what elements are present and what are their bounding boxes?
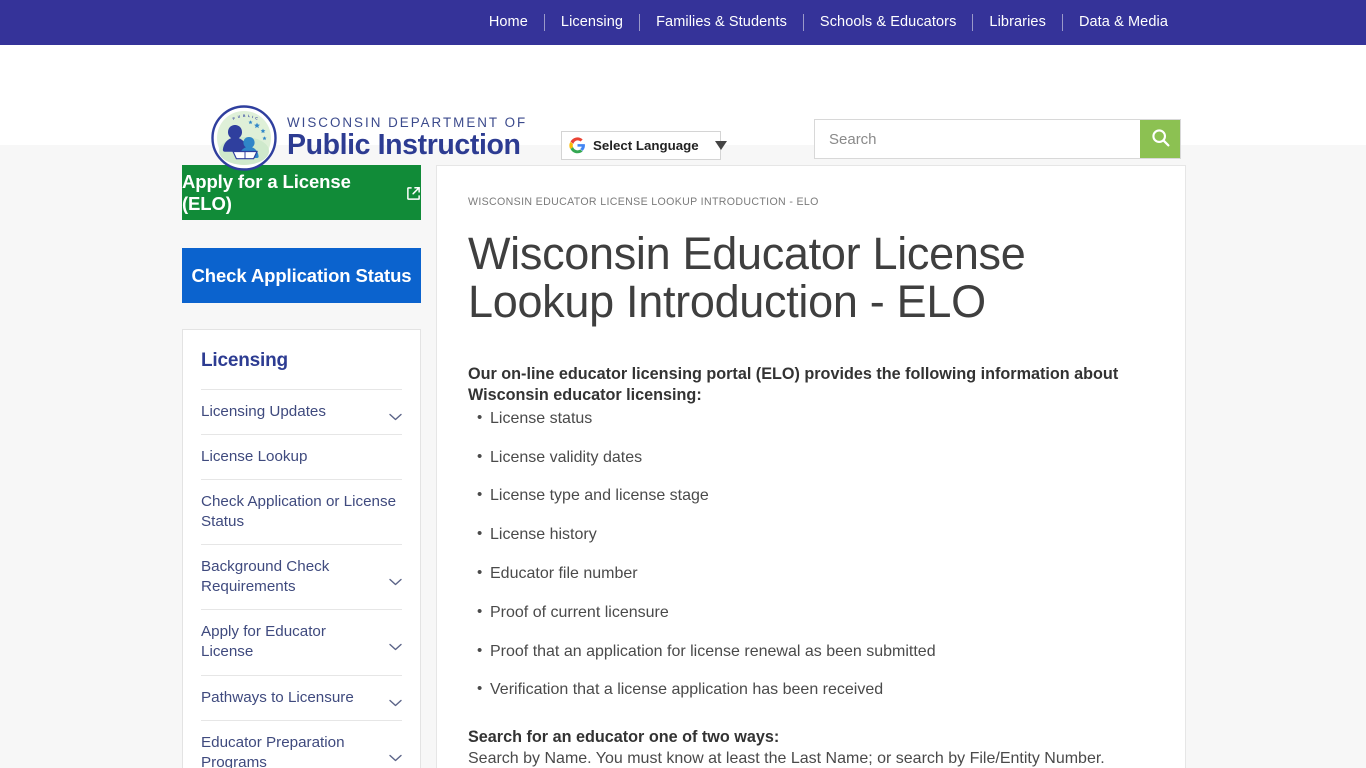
google-g-icon xyxy=(569,137,586,154)
topnav-item-home[interactable]: Home xyxy=(473,15,544,30)
topnav-item-families-students[interactable]: Families & Students xyxy=(640,15,803,30)
sidebar-item-label: Pathways to Licensure xyxy=(201,688,354,706)
sidebar-item-label: Educator Preparation Programs xyxy=(201,733,345,768)
search-submit-button[interactable] xyxy=(1140,120,1180,158)
apply-for-license-label: Apply for a License (ELO) xyxy=(182,170,351,214)
chevron-down-icon[interactable] xyxy=(389,694,402,706)
content-card: WISCONSIN EDUCATOR LICENSE LOOKUP INTROD… xyxy=(436,165,1186,768)
top-navigation-list: Home Licensing Families & Students Schools … xyxy=(473,14,1184,31)
sidebar-item-licensing-updates[interactable]: Licensing Updates xyxy=(201,389,402,434)
check-application-status-label: Check Application Status xyxy=(191,264,412,286)
chevron-down-icon[interactable] xyxy=(389,573,402,586)
sidebar-item-check-application-or-license-status[interactable]: Check Application or License Status xyxy=(201,479,402,544)
check-application-status-button[interactable]: Check Application Status xyxy=(182,248,421,303)
bullet-item: License validity dates xyxy=(468,447,1154,469)
sidebar-item-label: Licensing Updates xyxy=(201,403,326,420)
search-input[interactable] xyxy=(815,120,1140,158)
language-selector-label: Select Language xyxy=(593,138,699,153)
bullet-item: Verification that a license application … xyxy=(468,679,1154,701)
search-icon xyxy=(1150,127,1171,151)
sidebar-item-label: Background Check Requirements xyxy=(201,558,330,596)
sidebar-nav-card: Licensing Licensing Updates License Looku… xyxy=(182,329,421,768)
sidebar-nav-title: Licensing xyxy=(201,350,288,371)
chevron-down-icon[interactable] xyxy=(389,408,402,421)
chevron-down-icon[interactable] xyxy=(389,749,402,761)
dpi-circle-logo-icon: P U B L I C xyxy=(211,105,277,171)
sidebar-item-pathways-to-licensure[interactable]: Pathways to Licensure xyxy=(201,674,402,720)
language-selector[interactable]: Select Language xyxy=(561,131,727,160)
top-navigation-bar: Home Licensing Families & Students Schools … xyxy=(0,0,1366,45)
brand-line-public-instruction: Public Instruction xyxy=(287,129,521,162)
brand-wordmark: WISCONSIN DEPARTMENT OF Public Instructi… xyxy=(287,116,527,160)
sidebar-item-license-lookup[interactable]: License Lookup xyxy=(201,434,402,479)
external-link-icon xyxy=(406,184,421,200)
sidebar-item-background-check-requirements[interactable]: Background Check Requirements xyxy=(201,544,402,609)
search-ways-heading: Search for an educator one of two ways: xyxy=(468,728,780,747)
sidebar-nav-list: Licensing Updates License Lookup Check App… xyxy=(201,389,402,768)
topnav-item-licensing[interactable]: Licensing xyxy=(545,15,639,30)
site-header: P U B L I C WISCONSIN DEPARTMENT OF Publ… xyxy=(0,45,1366,171)
chevron-down-icon[interactable] xyxy=(389,638,402,651)
bullet-item: License status xyxy=(468,408,1154,430)
site-search xyxy=(814,119,1181,159)
sidebar: Apply for a License (ELO) Check Applicat… xyxy=(182,165,421,768)
breadcrumb: WISCONSIN EDUCATOR LICENSE LOOKUP INTROD… xyxy=(468,196,819,208)
svg-text:L: L xyxy=(248,114,250,118)
page-body: Apply for a License (ELO) Check Applicat… xyxy=(0,145,1366,768)
sidebar-item-label: Check Application or License Status xyxy=(201,493,397,531)
topnav-item-libraries[interactable]: Libraries xyxy=(973,15,1062,30)
bullet-item: Proof that an application for license re… xyxy=(468,641,1154,663)
bullet-item: Educator file number xyxy=(468,563,1154,585)
apply-for-license-button[interactable]: Apply for a License (ELO) xyxy=(182,165,421,220)
sidebar-item-label: Apply for Educator License xyxy=(201,623,326,661)
chevron-down-icon xyxy=(714,141,727,150)
topnav-item-schools-educators[interactable]: Schools & Educators xyxy=(804,15,973,30)
main-content: WISCONSIN EDUCATOR LICENSE LOOKUP INTROD… xyxy=(436,165,1186,768)
search-ways-text: Search by Name. You must know at least t… xyxy=(468,750,1105,768)
sidebar-item-apply-for-educator-license[interactable]: Apply for Educator License xyxy=(201,609,402,674)
page-title: Wisconsin Educator License Lookup Introd… xyxy=(468,228,1026,328)
information-bullet-list: License status License validity dates Lice… xyxy=(468,408,1154,701)
intro-paragraph: Our on-line educator licensing portal (E… xyxy=(468,365,1119,404)
site-logo-link[interactable]: P U B L I C WISCONSIN DEPARTMENT OF Publ… xyxy=(211,105,527,171)
topnav-item-data-media[interactable]: Data & Media xyxy=(1063,15,1184,30)
brand-line-department: WISCONSIN DEPARTMENT OF xyxy=(287,114,528,130)
bullet-item: License history xyxy=(468,524,1154,546)
bullet-item: License type and license stage xyxy=(468,485,1154,507)
sidebar-item-label: License Lookup xyxy=(201,448,308,466)
sidebar-item-educator-preparation-programs[interactable]: Educator Preparation Programs xyxy=(201,719,402,768)
bullet-item: Proof of current licensure xyxy=(468,602,1154,624)
